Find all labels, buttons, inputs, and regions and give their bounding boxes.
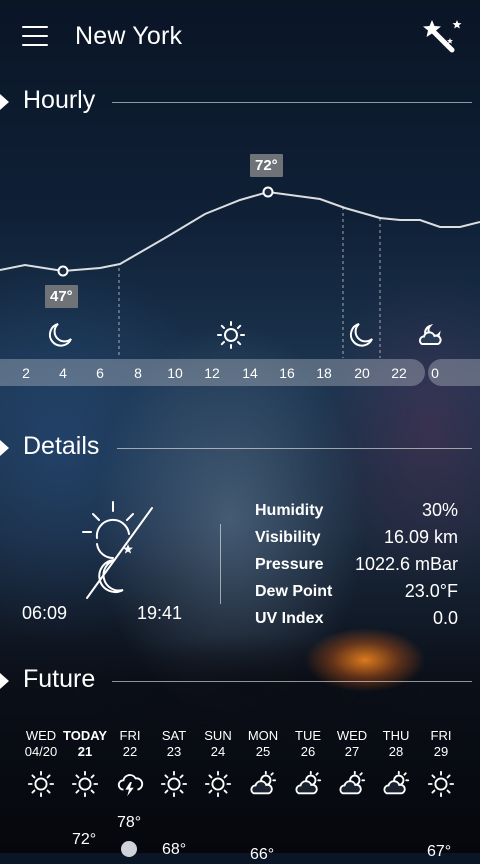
sun-icon <box>217 321 245 349</box>
hour-label: 22 <box>391 365 407 381</box>
forecast-temp: 78° <box>117 814 142 831</box>
forecast-temp: 68° <box>162 841 187 858</box>
sunset-time: 19:41 <box>137 603 183 623</box>
divider <box>112 681 472 682</box>
day-date: 27 <box>344 744 360 759</box>
visibility-value: 16.09 km <box>383 527 458 547</box>
future-title: Future <box>23 665 96 693</box>
humidity-value: 30% <box>421 500 458 520</box>
sun-icon <box>160 770 188 798</box>
dew-point-value: 23.0°F <box>404 581 458 601</box>
details-divider <box>220 524 221 604</box>
sun-icon <box>27 770 55 798</box>
day-name: WED <box>25 728 57 743</box>
forecast-temp: 66° <box>250 846 275 863</box>
forecast-day[interactable]: FRI 29 <box>419 728 463 798</box>
hour-label: 2 <box>22 365 30 381</box>
hour-label: 8 <box>134 365 142 381</box>
forecast-day[interactable]: SAT 23 <box>152 728 196 798</box>
day-date: 23 <box>166 744 182 759</box>
max-temp-point <box>262 186 274 198</box>
forecast-day[interactable]: WED 27 <box>330 728 374 798</box>
day-date: 24 <box>210 744 226 759</box>
collapse-triangle-icon <box>0 94 9 110</box>
collapse-triangle-icon <box>0 673 9 689</box>
forecast-day[interactable]: WED 04/20 <box>19 728 63 798</box>
day-name: WED <box>336 728 368 743</box>
partly-cloudy-icon <box>339 770 366 795</box>
day-date: 04/20 <box>24 744 58 759</box>
hour-label: 16 <box>279 365 295 381</box>
pressure-value: 1022.6 mBar <box>354 554 458 574</box>
partly-cloudy-icon <box>295 770 322 795</box>
moon-icon <box>48 323 72 347</box>
sun-icon <box>427 770 455 798</box>
humidity-label: Humidity <box>255 502 324 519</box>
forecast-temp: 72° <box>72 831 97 848</box>
sunrise-sunset-icon <box>82 501 153 599</box>
menu-icon[interactable] <box>22 26 48 48</box>
min-temp-point <box>57 265 69 277</box>
details-title: Details <box>23 432 100 460</box>
pressure-label: Pressure <box>255 556 324 573</box>
day-name: SUN <box>204 728 232 743</box>
hour-label: 4 <box>59 365 67 381</box>
divider <box>112 102 472 103</box>
thunder-cloud-icon <box>117 774 144 797</box>
day-name: MON <box>247 728 279 743</box>
partly-cloudy-icon <box>250 770 277 795</box>
hour-label: 6 <box>96 365 104 381</box>
hour-label: 14 <box>242 365 258 381</box>
day-date: 25 <box>255 744 271 759</box>
uv-index-value: 0.0 <box>432 608 458 628</box>
collapse-triangle-icon <box>0 440 9 456</box>
hourly-title: Hourly <box>23 86 96 114</box>
day-name: SAT <box>161 728 187 743</box>
day-name: FRI <box>119 728 141 743</box>
day-name: THU <box>382 728 410 743</box>
day-date: 26 <box>300 744 316 759</box>
divider <box>117 448 472 449</box>
hour-label: 12 <box>204 365 220 381</box>
forecast-day-today[interactable]: TODAY 21 <box>63 728 107 798</box>
partly-cloudy-icon <box>383 770 410 795</box>
sun-icon <box>71 770 99 798</box>
forecast-temp: 67° <box>427 843 452 860</box>
temp-point <box>121 841 137 857</box>
day-name: TODAY <box>63 728 108 743</box>
day-date: 21 <box>77 744 93 759</box>
forecast-day[interactable]: FRI 22 <box>108 728 152 798</box>
visibility-label: Visibility <box>255 529 321 546</box>
hour-label: 20 <box>354 365 370 381</box>
min-temp-label: 47° <box>45 285 78 308</box>
day-date: 29 <box>433 744 449 759</box>
hour-label: 18 <box>316 365 332 381</box>
moon-icon <box>349 323 373 347</box>
magic-wand-icon[interactable] <box>420 16 464 56</box>
forecast-day[interactable]: MON 25 <box>241 728 285 798</box>
temperature-line <box>0 190 480 273</box>
hour-label: 0 <box>431 365 439 381</box>
sun-icon <box>204 770 232 798</box>
partly-cloudy-night-icon <box>418 323 442 345</box>
forecast-day[interactable]: THU 28 <box>374 728 418 798</box>
forecast-day[interactable]: TUE 26 <box>286 728 330 798</box>
max-temp-label: 72° <box>250 154 283 177</box>
sunrise-time: 06:09 <box>22 603 68 623</box>
city-title[interactable]: New York <box>75 22 182 51</box>
day-date: 28 <box>388 744 404 759</box>
hourly-section-header[interactable]: Hourly <box>0 85 480 119</box>
details-section-header[interactable]: Details <box>0 431 480 465</box>
forecast-day[interactable]: SUN 24 <box>196 728 240 798</box>
future-section-header[interactable]: Future <box>0 664 480 698</box>
hour-label: 10 <box>167 365 183 381</box>
dew-point-label: Dew Point <box>255 583 333 600</box>
day-name: FRI <box>430 728 452 743</box>
day-name: TUE <box>295 728 321 743</box>
day-date: 22 <box>122 744 138 759</box>
uv-index-label: UV Index <box>255 610 324 627</box>
